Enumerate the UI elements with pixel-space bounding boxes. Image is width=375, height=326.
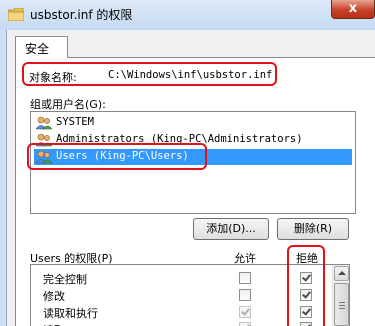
allow-checkbox-read-execute[interactable] [239,306,251,318]
list-item-label: SYSTEM [56,116,94,128]
permission-row-read: 读取 [31,321,331,326]
list-item-system[interactable]: SYSTEM [34,115,352,131]
close-icon: x [348,1,358,16]
tab-security-label: 安全 [25,42,50,56]
permission-row-full-control: 完全控制 [31,270,331,287]
user-group-icon [36,116,52,130]
groups-label: 组或用户名(G): [30,98,106,111]
close-button[interactable]: x [331,0,375,19]
permission-label: 完全控制 [43,273,87,286]
users-highlight [27,143,207,170]
add-button[interactable]: 添加(D)... [193,218,269,240]
deny-column-highlight [287,245,325,326]
allow-checkbox-full-control[interactable] [239,272,251,284]
tab-security[interactable]: 安全 [15,36,68,58]
grip-line [339,302,345,303]
permission-label: 修改 [43,290,65,303]
permission-row-modify: 修改 [31,287,331,304]
permission-label: 读取和执行 [43,307,98,320]
scroll-up-icon[interactable] [334,266,349,281]
remove-button[interactable]: 删除(R) [277,218,349,240]
permission-label: 读取 [43,322,65,326]
allow-checkbox-read[interactable] [239,322,251,326]
grip-line [339,308,345,309]
grip-line [339,305,345,306]
permissions-scrollbar[interactable] [332,265,349,326]
window-title: usbstor.inf 的权限 [30,8,133,22]
scroll-thumb[interactable] [334,283,349,326]
permission-row-read-execute: 读取和执行 [31,304,331,321]
allow-checkbox-modify[interactable] [239,289,251,301]
object-name-highlight [22,62,277,86]
title-bar[interactable]: usbstor.inf 的权限 x [0,0,375,30]
folder-icon [8,8,24,21]
